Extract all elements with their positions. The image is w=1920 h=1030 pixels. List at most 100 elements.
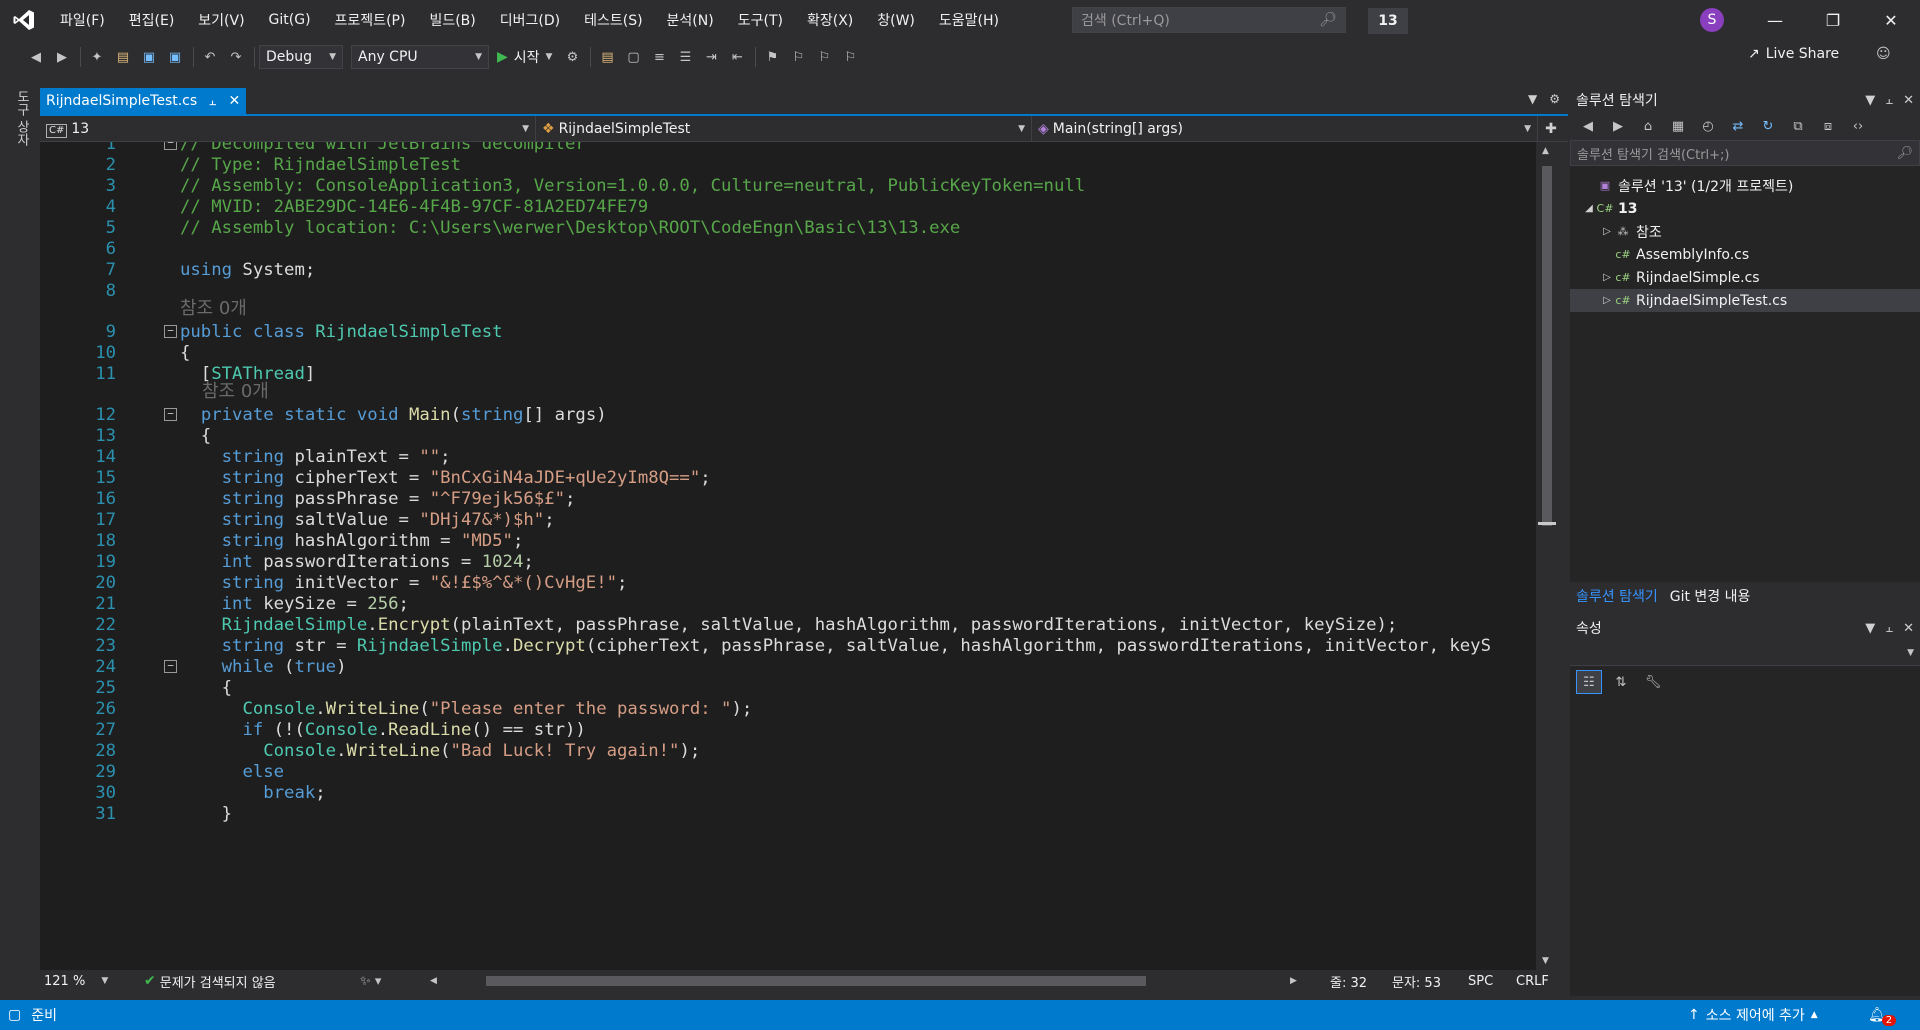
project-dropdown[interactable]: C# 13 ▼ bbox=[40, 116, 536, 142]
code-line[interactable]: } bbox=[180, 802, 232, 827]
search-input[interactable]: 검색 (Ctrl+Q) bbox=[1081, 10, 1319, 30]
panel-menu-icon[interactable]: ▼ bbox=[1865, 621, 1875, 636]
menu-item[interactable]: 디버그(D) bbox=[488, 10, 572, 30]
scroll-up-icon[interactable]: ▲ bbox=[1542, 146, 1549, 156]
switch-views-icon[interactable]: ▦ bbox=[1666, 114, 1690, 138]
collapse-region-icon[interactable]: − bbox=[164, 142, 177, 150]
menu-item[interactable]: Git(G) bbox=[257, 12, 323, 28]
clear-bookmarks-icon[interactable]: ⚐ bbox=[838, 45, 862, 69]
menu-item[interactable]: 빌드(B) bbox=[417, 10, 487, 30]
vertical-scrollbar[interactable]: ▲ ▼ bbox=[1536, 142, 1558, 970]
format-icon[interactable]: ☰ bbox=[673, 45, 697, 69]
code-cleanup-icon[interactable]: ✨︎ ▾ bbox=[360, 974, 381, 989]
maximize-button[interactable]: ❐ bbox=[1804, 0, 1862, 40]
undo-icon[interactable]: ↶ bbox=[198, 45, 222, 69]
collapse-all-icon[interactable]: ⧉ bbox=[1786, 114, 1810, 138]
pending-changes-icon[interactable]: ◴ bbox=[1696, 114, 1720, 138]
code-area[interactable]: // Decompiled with JetBrains decompiler /… bbox=[180, 142, 1536, 970]
close-panel-icon[interactable]: ✕ bbox=[1903, 621, 1914, 636]
collapse-region-icon[interactable]: − bbox=[164, 660, 177, 673]
account-avatar[interactable]: S bbox=[1700, 8, 1724, 32]
tree-node[interactable]: c# AssemblyInfo.cs bbox=[1570, 243, 1920, 266]
sync-icon[interactable]: ⇄ bbox=[1726, 114, 1750, 138]
back-icon[interactable]: ◀ bbox=[24, 45, 48, 69]
code-line[interactable]: public class RijndaelSimpleTest bbox=[180, 320, 503, 345]
tab-rijndaelsimpletest[interactable]: RijndaelSimpleTest.cs ⫠ ✕ bbox=[40, 88, 247, 114]
scroll-left-icon[interactable]: ◀ bbox=[430, 976, 437, 986]
menu-item[interactable]: 창(W) bbox=[865, 10, 927, 30]
visual-studio-logo-icon[interactable] bbox=[0, 0, 48, 40]
menu-item[interactable]: 도움말(H) bbox=[927, 10, 1011, 30]
tab-git-changes[interactable]: Git 변경 내용 bbox=[1664, 582, 1757, 608]
forward-icon[interactable]: ▶ bbox=[50, 45, 74, 69]
notifications-button[interactable]: 🔔︎ 2 bbox=[1868, 1005, 1897, 1026]
column-indicator[interactable]: 문자: 53 bbox=[1392, 972, 1441, 991]
outdent-icon[interactable]: ⇤ bbox=[725, 45, 749, 69]
solution-name-badge[interactable]: 13 bbox=[1368, 8, 1408, 34]
pin-icon[interactable]: ⫠ bbox=[209, 94, 216, 109]
menu-item[interactable]: 분석(N) bbox=[655, 10, 726, 30]
property-pages-icon[interactable]: 🔧︎ bbox=[1640, 670, 1666, 694]
toolbox-tab[interactable]: 도구 상자 bbox=[12, 90, 31, 146]
code-line[interactable]: string str = RijndaelSimple.Decrypt(ciph… bbox=[180, 634, 1491, 659]
code-line[interactable]: using System; bbox=[180, 258, 315, 283]
tree-node[interactable]: ▷ c# RijndaelSimple.cs bbox=[1570, 266, 1920, 289]
vertical-scroll-thumb[interactable] bbox=[1542, 166, 1552, 526]
categorized-icon[interactable]: ☷ bbox=[1576, 670, 1602, 694]
menu-item[interactable]: 프로젝트(P) bbox=[323, 10, 418, 30]
solution-search-box[interactable]: 솔루션 탐색기 검색(Ctrl+;) 🔎︎ bbox=[1570, 140, 1920, 166]
scroll-right-icon[interactable]: ▶ bbox=[1290, 976, 1297, 986]
folder-view-icon[interactable]: ▤ bbox=[595, 45, 619, 69]
panel-menu-icon[interactable]: ▼ bbox=[1865, 93, 1875, 108]
collapse-region-icon[interactable]: − bbox=[164, 325, 177, 338]
properties-object-dropdown[interactable]: ▼ bbox=[1570, 640, 1920, 666]
menu-item[interactable]: 파일(F) bbox=[48, 10, 117, 30]
code-editor[interactable]: 1 2 3 4 5 6 7 8 9 10 11 12 13 14 15 16 17 18 19 20 21 22 23 24 2… bbox=[40, 142, 1536, 970]
search-box[interactable]: 검색 (Ctrl+Q) 🔎︎ bbox=[1072, 7, 1346, 33]
line-indicator[interactable]: 줄: 32 bbox=[1330, 972, 1367, 991]
bookmark-icon[interactable]: ⚑ bbox=[760, 45, 784, 69]
search-icon[interactable]: 🔎︎ bbox=[1319, 12, 1337, 28]
feedback-icon[interactable]: ☺ bbox=[1876, 46, 1891, 62]
horizontal-scroll-thumb[interactable] bbox=[486, 976, 1146, 986]
alphabetical-icon[interactable]: ⇅ bbox=[1608, 670, 1634, 694]
back-icon[interactable]: ◀ bbox=[1576, 114, 1600, 138]
add-to-source-control-button[interactable]: ↑ 소스 제어에 추가 ▲ bbox=[1688, 1005, 1818, 1025]
expand-arrow-icon[interactable]: ▷ bbox=[1600, 226, 1614, 237]
step-icon[interactable]: ≡ bbox=[647, 45, 671, 69]
member-dropdown[interactable]: ◈ Main(string[] args) ▼ bbox=[1032, 116, 1538, 142]
menu-item[interactable]: 보기(V) bbox=[186, 10, 256, 30]
menu-item[interactable]: 테스트(S) bbox=[572, 10, 654, 30]
class-dropdown[interactable]: ❖ RijndaelSimpleTest ▼ bbox=[536, 116, 1032, 142]
start-debugging-button[interactable]: ▶ 시작 ▼ bbox=[497, 47, 552, 67]
search-icon[interactable]: 🔎︎ bbox=[1896, 146, 1913, 161]
tab-solution-explorer[interactable]: 솔루션 탐색기 bbox=[1570, 582, 1664, 608]
configuration-dropdown[interactable]: Debug ▼ bbox=[259, 45, 343, 69]
code-line[interactable]: private static void Main(string[] args) bbox=[180, 403, 607, 428]
whitespace-indicator[interactable]: SPC bbox=[1468, 974, 1493, 989]
platform-dropdown[interactable]: Any CPU ▼ bbox=[351, 45, 489, 69]
refresh-icon[interactable]: ↻ bbox=[1756, 114, 1780, 138]
tab-list-dropdown-icon[interactable]: ▼ bbox=[1528, 92, 1537, 106]
redo-icon[interactable]: ↷ bbox=[224, 45, 248, 69]
scroll-down-icon[interactable]: ▼ bbox=[1542, 956, 1549, 966]
collapse-region-icon[interactable]: − bbox=[164, 408, 177, 421]
menu-item[interactable]: 확장(X) bbox=[795, 10, 865, 30]
new-project-icon[interactable]: ✦ bbox=[85, 45, 109, 69]
close-tab-icon[interactable]: ✕ bbox=[228, 93, 240, 109]
indent-icon[interactable]: ⇥ bbox=[699, 45, 723, 69]
minimize-button[interactable]: — bbox=[1746, 0, 1804, 40]
pin-icon[interactable]: ⫠ bbox=[1885, 621, 1893, 636]
prev-bookmark-icon[interactable]: ⚐ bbox=[786, 45, 810, 69]
menu-item[interactable]: 도구(T) bbox=[726, 10, 795, 30]
next-bookmark-icon[interactable]: ⚐ bbox=[812, 45, 836, 69]
line-ending-indicator[interactable]: CRLF bbox=[1516, 974, 1549, 989]
close-panel-icon[interactable]: ✕ bbox=[1903, 93, 1914, 108]
home-icon[interactable]: ⌂ bbox=[1636, 114, 1660, 138]
tree-node[interactable]: ◢ C# 13 bbox=[1570, 197, 1920, 220]
save-all-icon[interactable]: ▣ bbox=[163, 45, 187, 69]
close-window-button[interactable]: ✕ bbox=[1862, 0, 1920, 40]
show-all-files-icon[interactable]: ⧈ bbox=[1816, 114, 1840, 138]
tree-node[interactable]: ▷ c# RijndaelSimpleTest.cs bbox=[1570, 289, 1920, 312]
expand-arrow-icon[interactable]: ▷ bbox=[1600, 272, 1614, 283]
